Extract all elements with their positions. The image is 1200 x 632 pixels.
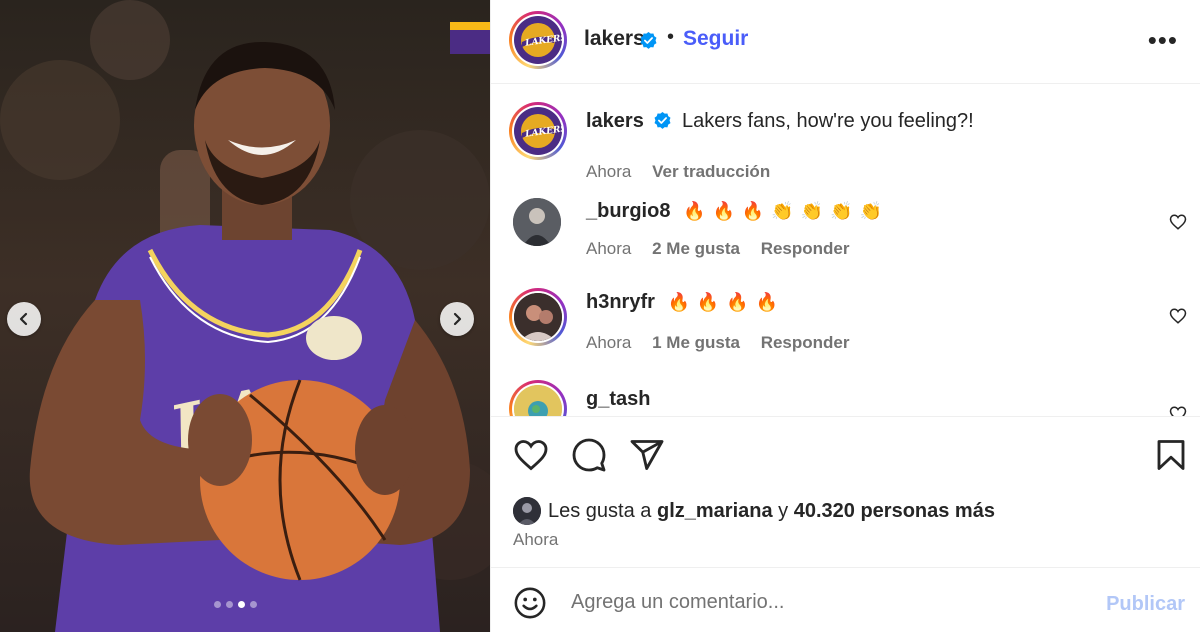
caption-meta: Ahora Ver traducción: [586, 162, 786, 182]
caption-time: Ahora: [586, 162, 632, 181]
liker-username[interactable]: glz_mariana: [657, 500, 773, 523]
comment-emojis: 🔥 🔥 🔥 🔥: [660, 291, 778, 313]
heart-icon[interactable]: [1169, 213, 1187, 231]
lakers-flag-stripe: [450, 22, 490, 54]
player-photo: LA: [0, 0, 490, 632]
emoji-icon: 🔥: [683, 201, 706, 221]
commenter-avatar[interactable]: [509, 380, 567, 416]
emoji-icon: 👏: [830, 201, 853, 221]
reply-button[interactable]: Responder: [761, 333, 850, 352]
comment-time: Ahora: [586, 239, 632, 258]
comment-composer: Publicar: [491, 568, 1200, 632]
chevron-left-icon: [19, 312, 28, 326]
commenter-avatar[interactable]: [513, 198, 561, 246]
emoji-icon: 👏: [800, 201, 824, 221]
more-options-icon[interactable]: •••: [1148, 26, 1178, 54]
carousel-prev-button[interactable]: [7, 302, 41, 336]
comment-username[interactable]: g_tash: [586, 388, 650, 410]
comments-list[interactable]: LAKERS lakers Lakers fans, how're you fe…: [491, 84, 1200, 416]
emoji-icon: 👏: [771, 201, 794, 221]
comment-bubble-icon[interactable]: [571, 437, 607, 473]
carousel-dot[interactable]: [226, 601, 233, 608]
caption-body: Lakers fans, how're you feeling?!: [681, 110, 974, 132]
publish-button[interactable]: Publicar: [1106, 593, 1185, 616]
translate-link[interactable]: Ver traducción: [652, 162, 770, 181]
header-username[interactable]: lakers: [584, 27, 645, 51]
emoji-icon: 🔥: [741, 201, 765, 221]
likes-summary: Les gusta a glz_mariana y 40.320 persona…: [513, 497, 995, 525]
post-details-panel: LAKERS lakers • Seguir ••• LAKERS lakers…: [490, 0, 1200, 632]
likes-joiner: y: [778, 499, 789, 522]
comment-text: g_tash: [586, 388, 650, 411]
lakers-logo-icon: LAKERS: [514, 107, 562, 155]
carousel-dot[interactable]: [238, 601, 245, 608]
comment-meta: Ahora 1 Me gusta Responder: [586, 333, 866, 353]
like-heart-icon[interactable]: [513, 437, 549, 473]
comment-username[interactable]: _burgio8: [586, 200, 670, 222]
emoji-smile-icon[interactable]: [513, 586, 547, 620]
lakers-logo-icon: LAKERS: [514, 16, 562, 64]
caption-text: lakers Lakers fans, how're you feeling?!: [586, 110, 974, 133]
likes-prefix: Les gusta a: [548, 499, 652, 522]
comment-meta: Ahora 2 Me gusta Responder: [586, 239, 866, 259]
comment-text: _burgio8 🔥 🔥 🔥 👏 👏 👏 👏: [586, 200, 882, 223]
verified-badge-icon: [640, 31, 657, 49]
carousel-indicator: [214, 601, 257, 608]
post-timestamp: Ahora: [513, 530, 559, 549]
follow-button[interactable]: Seguir: [683, 27, 748, 51]
verified-badge-icon: [654, 111, 671, 129]
save-bookmark-icon[interactable]: [1153, 437, 1189, 473]
caption-username[interactable]: lakers: [586, 110, 644, 132]
emoji-icon: 🔥: [696, 292, 720, 312]
profile-photo-icon: [514, 293, 562, 341]
comment-username[interactable]: h3nryfr: [586, 291, 655, 313]
heart-icon[interactable]: [1169, 307, 1187, 325]
header-separator: •: [667, 26, 675, 48]
emoji-icon: 🔥: [667, 292, 690, 312]
post-actions: Les gusta a glz_mariana y 40.320 persona…: [491, 416, 1200, 568]
commenter-avatar[interactable]: [509, 288, 567, 346]
emoji-icon: 👏: [859, 201, 882, 221]
comment-emojis: 🔥 🔥 🔥 👏 👏 👏 👏: [676, 200, 882, 222]
emoji-icon: 🔥: [712, 201, 735, 221]
emoji-icon: 🔥: [755, 292, 779, 312]
post-header: LAKERS lakers • Seguir •••: [491, 0, 1200, 84]
comment-input[interactable]: [571, 582, 1091, 622]
comment-likes[interactable]: 1 Me gusta: [652, 333, 740, 352]
carousel-dot[interactable]: [250, 601, 257, 608]
carousel-dot[interactable]: [214, 601, 221, 608]
comment-likes[interactable]: 2 Me gusta: [652, 239, 740, 258]
comment-time: Ahora: [586, 333, 632, 352]
comment-text: h3nryfr 🔥 🔥 🔥 🔥: [586, 291, 778, 314]
post-media[interactable]: LA: [0, 0, 490, 632]
share-send-icon[interactable]: [629, 437, 665, 473]
heart-icon[interactable]: [1169, 405, 1187, 416]
liker-avatar[interactable]: [513, 497, 541, 525]
carousel-next-button[interactable]: [440, 302, 474, 336]
avatar[interactable]: LAKERS: [509, 11, 567, 69]
caption-avatar[interactable]: LAKERS: [509, 102, 567, 160]
chevron-right-icon: [453, 312, 462, 326]
emoji-icon: 🔥: [726, 292, 749, 312]
profile-photo-icon: [514, 385, 562, 416]
reply-button[interactable]: Responder: [761, 239, 850, 258]
likes-others[interactable]: 40.320 personas más: [794, 500, 995, 523]
